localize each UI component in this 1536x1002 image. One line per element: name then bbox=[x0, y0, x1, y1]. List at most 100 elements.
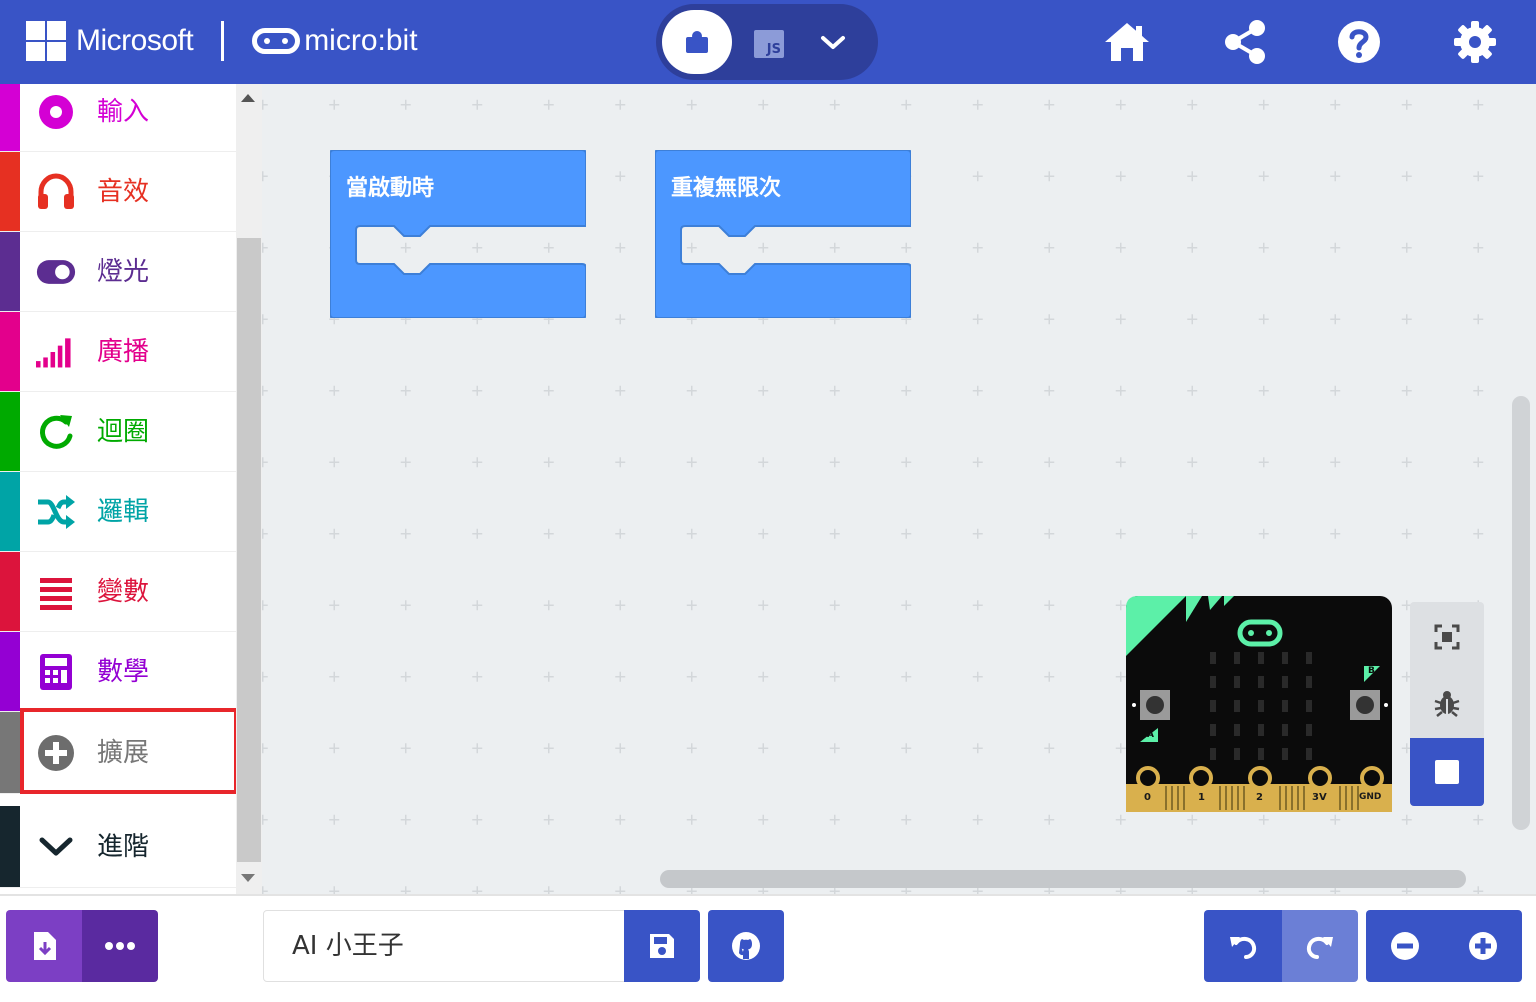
category-color-stripe bbox=[0, 806, 20, 887]
category-color-stripe bbox=[0, 84, 20, 151]
button-a-label: A bbox=[1147, 730, 1154, 740]
calculator-icon bbox=[36, 652, 76, 692]
toolbox-category-loops[interactable]: 迴圈 bbox=[0, 392, 236, 472]
workspace-vertical-scrollbar[interactable] bbox=[1512, 396, 1530, 830]
more-options-button[interactable] bbox=[82, 910, 158, 982]
chevron-down-icon bbox=[821, 36, 845, 49]
on-start-label: 當啟動時 bbox=[346, 176, 435, 201]
bug-icon bbox=[1434, 691, 1460, 717]
top-menu-bar: Microsoft micro:bit JS bbox=[0, 0, 1536, 84]
microbit-board bbox=[1126, 596, 1392, 812]
zoom-out-icon bbox=[1391, 932, 1419, 960]
pin-label-0: 0 bbox=[1144, 792, 1151, 803]
pin-label-1: 1 bbox=[1198, 792, 1205, 803]
shuffle-icon bbox=[36, 492, 76, 532]
category-color-stripe bbox=[0, 152, 20, 231]
extensions-highlight-box bbox=[20, 708, 238, 794]
category-color-stripe bbox=[0, 232, 20, 311]
list-icon bbox=[36, 572, 76, 612]
button-b-label: B bbox=[1368, 666, 1375, 676]
toolbox-category-variables[interactable]: 變數 bbox=[0, 552, 236, 632]
workspace-horizontal-scrollbar[interactable] bbox=[660, 870, 1466, 888]
radio-signal-icon bbox=[36, 332, 76, 372]
category-label: 迴圈 bbox=[97, 416, 150, 447]
gear-icon bbox=[1454, 21, 1496, 63]
puzzle-icon bbox=[686, 31, 708, 53]
more-icon bbox=[105, 942, 135, 950]
microsoft-logo-icon bbox=[26, 21, 66, 61]
microbit-simulator[interactable]: B A 0 1 2 3V GND bbox=[1124, 594, 1394, 814]
share-icon bbox=[1225, 20, 1265, 64]
forever-label: 重複無限次 bbox=[671, 176, 782, 201]
save-icon bbox=[650, 934, 674, 958]
loop-icon bbox=[36, 412, 76, 452]
github-icon bbox=[732, 932, 760, 960]
category-color-stripe bbox=[0, 632, 20, 711]
toolbox-category-radio[interactable]: 廣播 bbox=[0, 312, 236, 392]
javascript-editor-button[interactable]: JS bbox=[754, 30, 784, 58]
scroll-down-arrow-icon[interactable] bbox=[241, 874, 255, 882]
brand[interactable]: Microsoft micro:bit bbox=[26, 20, 418, 62]
toolbox-category-led[interactable]: 燈光 bbox=[0, 232, 236, 312]
category-color-stripe bbox=[0, 392, 20, 471]
help-icon bbox=[1338, 21, 1380, 63]
zoom-in-button[interactable] bbox=[1444, 910, 1522, 982]
category-label: 輸入 bbox=[97, 96, 150, 127]
headphones-icon bbox=[36, 172, 76, 212]
category-label: 廣播 bbox=[97, 336, 150, 367]
redo-icon bbox=[1306, 936, 1333, 959]
microbit-logo-icon bbox=[252, 28, 301, 54]
category-label: 音效 bbox=[97, 176, 150, 207]
undo-button[interactable] bbox=[1204, 910, 1282, 982]
toolbox-category-math[interactable]: 數學 bbox=[0, 632, 236, 712]
chevron-down-icon bbox=[36, 827, 76, 867]
scroll-up-arrow-icon[interactable] bbox=[241, 94, 255, 102]
microsoft-brand-text: Microsoft bbox=[76, 24, 194, 57]
debug-button[interactable] bbox=[1410, 670, 1484, 736]
home-icon bbox=[1105, 23, 1149, 61]
microbit-brand-text: micro:bit bbox=[304, 24, 418, 57]
toolbox-category-sound[interactable]: 音效 bbox=[0, 152, 236, 232]
save-button[interactable] bbox=[624, 910, 700, 982]
download-icon bbox=[34, 932, 56, 960]
stop-simulator-button[interactable] bbox=[1410, 738, 1484, 806]
download-button[interactable] bbox=[6, 910, 82, 982]
share-button[interactable] bbox=[1220, 18, 1270, 66]
category-label: 燈光 bbox=[97, 256, 150, 287]
redo-button[interactable] bbox=[1282, 910, 1358, 982]
fullscreen-button[interactable] bbox=[1410, 604, 1484, 670]
github-button[interactable] bbox=[708, 910, 784, 982]
category-label: 變數 bbox=[97, 576, 150, 607]
brand-divider bbox=[221, 21, 225, 61]
pin-label-gnd: GND bbox=[1359, 792, 1382, 802]
forever-block[interactable]: 重複無限次 bbox=[654, 149, 912, 319]
toolbox-category-input[interactable]: 輸入 bbox=[0, 84, 236, 152]
category-color-stripe bbox=[0, 712, 20, 793]
category-color-stripe bbox=[0, 552, 20, 631]
language-dropdown-button[interactable] bbox=[816, 26, 850, 60]
pin-label-2: 2 bbox=[1256, 792, 1263, 803]
category-label: 數學 bbox=[97, 656, 150, 687]
category-color-stripe bbox=[0, 312, 20, 391]
zoom-in-icon bbox=[1469, 932, 1497, 960]
zoom-out-button[interactable] bbox=[1366, 910, 1444, 982]
blocks-editor-button[interactable] bbox=[662, 10, 732, 74]
bottom-toolbar: AI 小王子 bbox=[0, 894, 1536, 1002]
toolbox-category-logic[interactable]: 邏輯 bbox=[0, 472, 236, 552]
simulator-pin-labels bbox=[1266, 650, 1306, 690]
help-button[interactable] bbox=[1334, 18, 1384, 66]
pin-label-3v: 3V bbox=[1312, 792, 1327, 803]
editor-toggle: JS bbox=[656, 4, 878, 80]
category-color-stripe bbox=[0, 472, 20, 551]
toggle-icon bbox=[36, 252, 76, 292]
home-button[interactable] bbox=[1102, 18, 1152, 66]
toolbox-scrollbar-thumb[interactable] bbox=[237, 238, 261, 862]
settings-button[interactable] bbox=[1450, 18, 1500, 66]
fullscreen-icon bbox=[1434, 624, 1460, 650]
on-start-block[interactable]: 當啟動時 bbox=[329, 149, 587, 319]
stop-icon bbox=[1435, 760, 1459, 784]
undo-icon bbox=[1230, 936, 1257, 959]
category-label: 邏輯 bbox=[97, 496, 150, 527]
project-name-input[interactable]: AI 小王子 bbox=[263, 910, 625, 982]
toolbox-category-advanced[interactable]: 進階 bbox=[0, 806, 236, 888]
